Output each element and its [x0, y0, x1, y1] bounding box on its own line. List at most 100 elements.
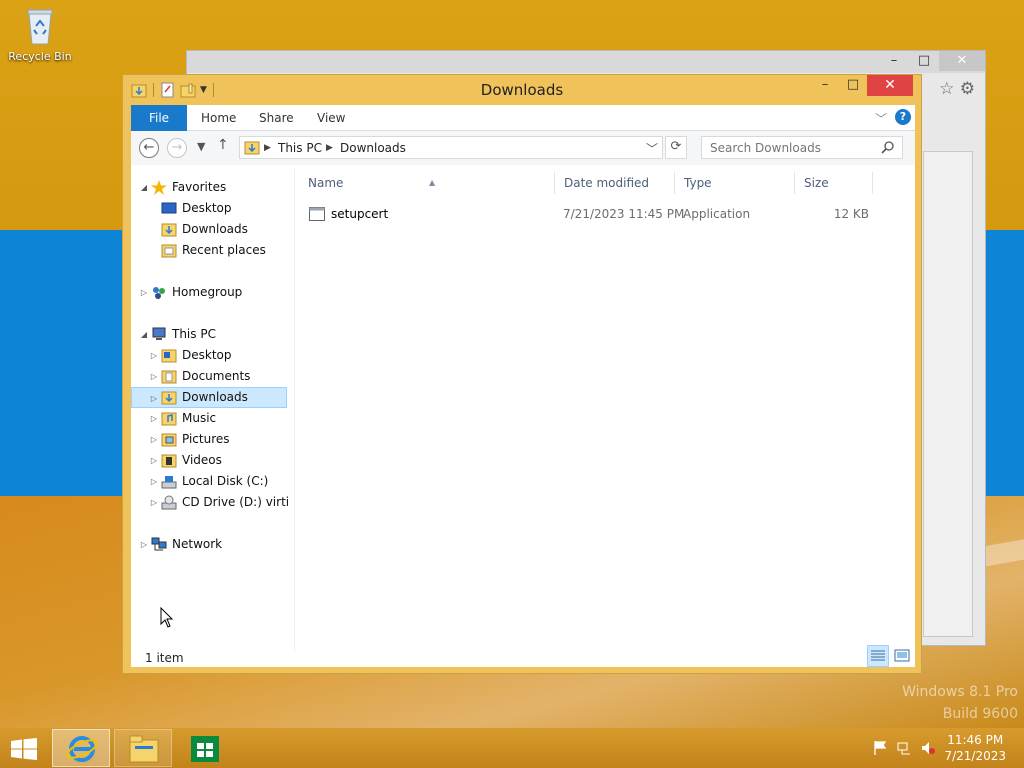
clock[interactable]: 11:46 PM 7/21/2023: [944, 732, 1006, 764]
pictures-folder-icon: [161, 433, 177, 447]
search-icon[interactable]: [881, 140, 895, 154]
downloads-folder-icon: [244, 141, 260, 155]
breadcrumb-this-pc[interactable]: This PC: [278, 141, 322, 155]
column-type[interactable]: Type: [675, 172, 795, 194]
column-name[interactable]: Name ▲: [299, 172, 555, 194]
details-view-icon: [871, 650, 885, 661]
tab-file[interactable]: File: [131, 105, 187, 131]
hard-drive-icon: [161, 476, 177, 489]
tree-pc-desktop[interactable]: ▷ Desktop: [131, 345, 289, 366]
settings-gear-icon[interactable]: ⚙: [960, 79, 975, 99]
expand-arrow-icon[interactable]: ▷: [149, 408, 159, 429]
favorites-star-icon[interactable]: ☆: [939, 79, 954, 99]
large-icons-view-button[interactable]: [891, 645, 913, 667]
recent-places-icon: [161, 244, 177, 258]
expand-arrow-icon[interactable]: ▷: [149, 345, 159, 366]
expand-arrow-icon[interactable]: ▷: [149, 450, 159, 471]
tab-view[interactable]: View: [317, 105, 345, 131]
expand-arrow-icon[interactable]: ▷: [149, 366, 159, 387]
file-explorer-window[interactable]: ▼ Downloads – □ ✕ File Home Share View ﹀…: [122, 74, 922, 674]
tree-pc-music[interactable]: ▷ Music: [131, 408, 289, 429]
taskbar-internet-explorer[interactable]: [52, 729, 110, 767]
tree-fav-recent-places[interactable]: Recent places: [131, 240, 289, 261]
network-icon: [151, 537, 167, 551]
recycle-bin[interactable]: Recycle Bin: [6, 6, 74, 63]
breadcrumb-separator-icon[interactable]: ▶: [326, 143, 333, 153]
internet-explorer-icon: [66, 736, 98, 762]
minimize-button[interactable]: –: [811, 75, 839, 96]
large-icons-view-icon: [894, 649, 910, 662]
window-title: Downloads: [480, 81, 564, 99]
collapse-arrow-icon[interactable]: ◢: [139, 324, 149, 345]
action-center-flag-icon[interactable]: [872, 740, 888, 756]
desktop-icon: [161, 202, 177, 214]
browser-content-edge: [923, 151, 973, 637]
volume-muted-icon[interactable]: [920, 740, 936, 756]
address-bar[interactable]: ▶ This PC ▶ Downloads ﹀: [239, 136, 663, 159]
tree-network[interactable]: ▷ Network: [131, 534, 289, 555]
homegroup-icon: [153, 287, 165, 299]
browser-close-button[interactable]: ✕: [939, 51, 985, 71]
tree-pc-documents[interactable]: ▷ Documents: [131, 366, 289, 387]
tree-pc-downloads[interactable]: ▷ Downloads: [131, 387, 287, 408]
column-date-modified[interactable]: Date modified: [555, 172, 675, 194]
help-button[interactable]: ?: [895, 109, 911, 125]
network-status-icon[interactable]: [896, 740, 912, 756]
cd-drive-icon: [161, 495, 177, 510]
status-bar: 1 item: [131, 645, 915, 667]
tree-pc-videos[interactable]: ▷ Videos: [131, 450, 289, 471]
tree-fav-downloads[interactable]: Downloads: [131, 219, 289, 240]
search-input[interactable]: [701, 136, 903, 159]
breadcrumb-downloads[interactable]: Downloads: [340, 141, 406, 155]
tree-favorites[interactable]: ◢ Favorites: [131, 177, 289, 198]
pane-splitter[interactable]: [294, 169, 295, 651]
tab-home[interactable]: Home: [201, 105, 236, 131]
tab-share[interactable]: Share: [259, 105, 294, 131]
application-icon: [309, 207, 325, 221]
tree-fav-desktop[interactable]: Desktop: [131, 198, 289, 219]
column-size[interactable]: Size: [795, 172, 873, 194]
taskbar-file-explorer[interactable]: [114, 729, 172, 767]
music-folder-icon: [161, 412, 177, 426]
navigation-bar: ← → ▼ ↑ ▶ This PC ▶ Downloads ﹀ ⟳: [131, 131, 915, 165]
breadcrumb-separator-icon[interactable]: ▶: [264, 143, 271, 153]
downloads-folder-icon: [161, 223, 177, 237]
refresh-button[interactable]: ⟳: [665, 136, 687, 159]
address-dropdown-icon[interactable]: ﹀: [646, 140, 658, 157]
expand-arrow-icon[interactable]: ▷: [149, 471, 159, 492]
expand-arrow-icon[interactable]: ▷: [149, 388, 159, 407]
tree-pc-pictures[interactable]: ▷ Pictures: [131, 429, 289, 450]
expand-ribbon-icon[interactable]: ﹀: [875, 110, 887, 127]
expand-arrow-icon[interactable]: ▷: [149, 492, 159, 513]
start-button-windows-icon[interactable]: [10, 738, 38, 760]
star-icon: [151, 180, 167, 195]
expand-arrow-icon[interactable]: ▷: [149, 429, 159, 450]
recent-locations-icon[interactable]: ▼: [197, 140, 205, 153]
tree-homegroup[interactable]: ▷ Homegroup: [131, 282, 289, 303]
ribbon-tabs: File Home Share View ﹀ ?: [131, 105, 915, 131]
file-type: Application: [683, 207, 751, 221]
maximize-button[interactable]: □: [839, 75, 867, 96]
taskbar-store[interactable]: [176, 729, 234, 767]
forward-button[interactable]: →: [167, 138, 187, 158]
up-arrow-icon[interactable]: ↑: [217, 137, 229, 153]
tree-this-pc[interactable]: ◢ This PC: [131, 324, 289, 345]
details-view-button[interactable]: [867, 645, 889, 667]
tree-pc-cd-drive[interactable]: ▷ CD Drive (D:) virtio-v: [131, 492, 289, 513]
browser-titlebar: [187, 51, 985, 73]
file-row-setupcert[interactable]: setupcert 7/21/2023 11:45 PM Application…: [299, 203, 889, 225]
watermark-build: Build 9600: [942, 706, 1018, 722]
back-button[interactable]: ←: [139, 138, 159, 158]
close-button[interactable]: ✕: [867, 75, 913, 96]
expand-arrow-icon[interactable]: ▷: [139, 282, 149, 303]
tree-pc-local-disk[interactable]: ▷ Local Disk (C:): [131, 471, 289, 492]
mouse-cursor-icon: [160, 607, 174, 628]
recycle-bin-icon: [25, 6, 55, 46]
collapse-arrow-icon[interactable]: ◢: [139, 177, 149, 198]
browser-maximize-button[interactable]: □: [909, 51, 939, 71]
documents-folder-icon: [161, 370, 177, 384]
expand-arrow-icon[interactable]: ▷: [139, 534, 149, 555]
browser-minimize-button[interactable]: –: [879, 51, 909, 71]
explorer-titlebar[interactable]: ▼ Downloads – □ ✕: [123, 75, 921, 105]
recycle-bin-label: Recycle Bin: [8, 50, 72, 63]
